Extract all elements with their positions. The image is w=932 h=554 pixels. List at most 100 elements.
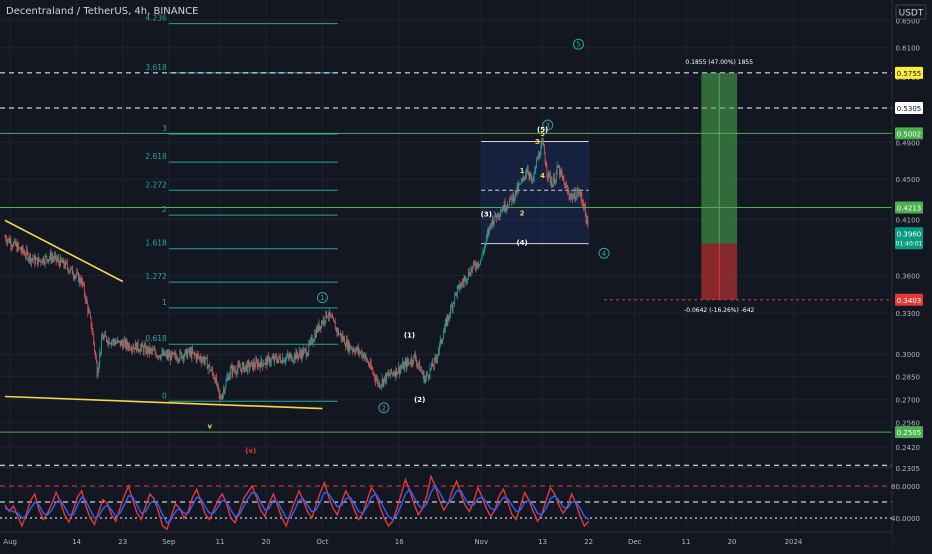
candle-body — [466, 280, 468, 282]
candle-body — [240, 368, 241, 369]
candle-body — [302, 350, 304, 356]
candle-body — [260, 359, 262, 368]
candle-body — [487, 230, 489, 235]
candle-body — [14, 240, 15, 243]
candle-body — [258, 363, 260, 365]
candle-body — [503, 202, 505, 211]
candle-body — [541, 142, 543, 146]
chart-canvas[interactable]: 4.2363.61832.6182.27221.6181.27210.6180 … — [0, 0, 932, 550]
candle-body — [22, 246, 24, 252]
candle-body — [391, 369, 392, 373]
candle-body — [163, 351, 165, 355]
candle-body — [168, 353, 170, 358]
candle-body — [236, 369, 238, 374]
candle-body — [292, 361, 293, 362]
candle-body — [8, 238, 9, 240]
candle-body — [351, 348, 353, 351]
candle-body — [281, 361, 282, 364]
candle-body — [567, 191, 569, 193]
candle-body — [537, 159, 538, 160]
candle-body — [310, 339, 311, 344]
candle-body — [58, 258, 60, 262]
candle-body — [143, 346, 145, 353]
candle-body — [165, 352, 167, 355]
candle-body — [516, 185, 518, 194]
candle-body — [384, 375, 386, 379]
candle-body — [409, 361, 410, 364]
candle-body — [450, 306, 451, 316]
candle-body — [38, 257, 40, 261]
candle-body — [426, 373, 427, 377]
position-stop-label: -0.0642 (-16.26%) -642 — [684, 307, 754, 314]
candle-body — [354, 351, 356, 354]
candle-body — [425, 376, 427, 380]
candle-body — [398, 366, 399, 373]
time-tick-label: 11 — [216, 538, 225, 546]
candle-body — [365, 354, 367, 358]
time-tick-label: 22 — [584, 538, 593, 546]
candle-body — [414, 354, 415, 356]
candle-body — [270, 358, 272, 363]
candle-body — [276, 360, 278, 363]
price-axis[interactable]: 0.65000.61000.57000.53050.49000.45000.41… — [891, 0, 932, 550]
time-axis-bg — [0, 532, 892, 550]
candle-body — [288, 356, 290, 358]
candle-body — [140, 347, 142, 352]
tradingview-chart[interactable]: 4.236 3.618 3 2.618 2.272 2 1.618 1.272 1 0.618 0 … — [0, 0, 932, 550]
candle-body — [68, 270, 70, 272]
candle-body — [474, 263, 476, 268]
candle-body — [231, 366, 233, 374]
candle-body — [15, 243, 17, 246]
candle-body — [134, 347, 136, 350]
candle-body — [192, 349, 194, 353]
candle-body — [387, 373, 389, 376]
time-axis[interactable]: Aug 14 23 Sep 11 20 Oct 16 Nov 13 22 Dec 11 20 2024 — [0, 531, 892, 550]
candle-body — [410, 358, 412, 364]
candle-body — [351, 348, 352, 350]
candle-body — [195, 354, 197, 360]
candle-body — [230, 366, 232, 369]
fib-level-label: 2 — [162, 205, 167, 214]
candle-body — [234, 369, 235, 371]
candle-body — [329, 311, 331, 316]
candle-body — [122, 343, 124, 349]
candle-body — [363, 356, 365, 358]
candle-body — [562, 175, 564, 180]
candle-body — [121, 341, 123, 344]
candle-body — [549, 171, 550, 175]
candle-body — [131, 348, 133, 351]
candle-body — [126, 340, 128, 346]
wave-box-fill[interactable] — [481, 141, 589, 244]
candle-body — [379, 383, 380, 388]
wave-label: (2) — [414, 396, 425, 404]
candle-body — [532, 179, 534, 181]
candle-body — [342, 335, 344, 340]
candle-body — [17, 244, 19, 251]
candle-body — [99, 352, 101, 364]
candle-body — [107, 341, 108, 344]
candle-body — [96, 362, 98, 377]
candle-body — [568, 192, 570, 196]
candle-body — [45, 256, 47, 257]
candle-body — [246, 362, 248, 372]
candle-body — [362, 353, 363, 357]
candle-body — [39, 260, 41, 261]
candle-body — [243, 363, 245, 372]
time-tick-label: 11 — [681, 538, 690, 546]
candle-body — [174, 353, 176, 355]
candle-body — [489, 224, 491, 233]
candle-body — [180, 351, 182, 353]
candle-body — [146, 347, 148, 353]
candle-body — [544, 153, 546, 163]
candle-body — [74, 276, 76, 279]
candle-body — [221, 398, 223, 400]
candle-body — [388, 373, 390, 375]
oscillator-tick-label: 80.0000 — [891, 483, 920, 491]
candle-body — [241, 368, 242, 372]
candle-body — [382, 378, 384, 385]
candle-body — [6, 240, 8, 243]
candle-body — [586, 219, 588, 224]
time-tick-label: 23 — [118, 538, 127, 546]
wave-box[interactable] — [481, 140, 589, 245]
wave-label: 5 — [540, 130, 545, 138]
